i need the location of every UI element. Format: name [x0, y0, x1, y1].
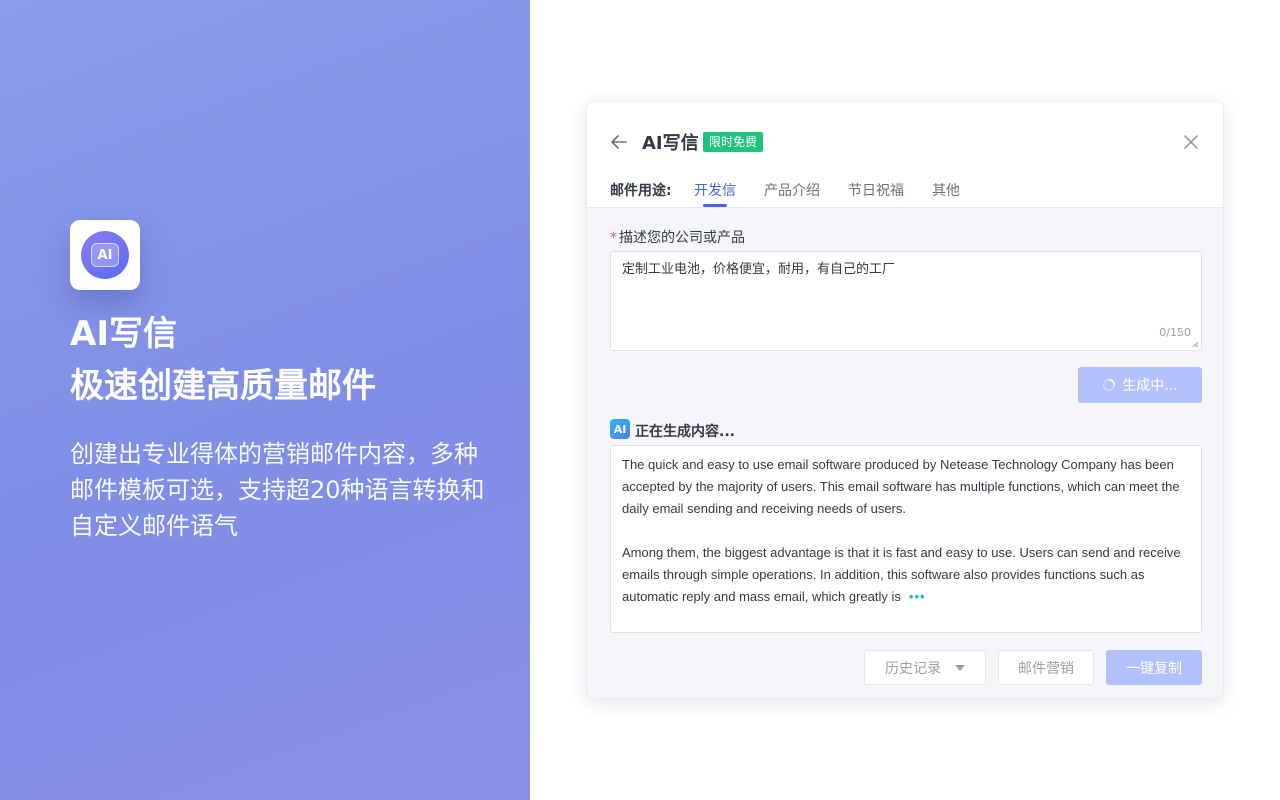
generate-button[interactable]: 生成中...: [1078, 367, 1202, 403]
generated-paragraph-text: Among them, the biggest advantage is tha…: [622, 545, 1181, 604]
back-arrow-icon[interactable]: [609, 132, 629, 152]
generated-paragraph-2: Among them, the biggest advantage is tha…: [622, 542, 1190, 608]
active-tab-indicator: [703, 204, 727, 207]
promo-panel: AI AI写信 极速创建高质量邮件 创建出专业得体的营销邮件内容，多种邮件模板可…: [0, 0, 530, 800]
tab-holiday-greetings[interactable]: 节日祝福: [848, 180, 904, 200]
generated-content[interactable]: The quick and easy to use email software…: [610, 445, 1202, 633]
char-count: 0/150: [1159, 326, 1191, 339]
copy-all-button[interactable]: 一键复制: [1106, 650, 1202, 685]
ai-app-icon: AI: [70, 220, 140, 290]
history-button[interactable]: 历史记录: [864, 650, 986, 685]
company-description-label: * 描述您的公司或产品: [610, 227, 745, 247]
email-marketing-button[interactable]: 邮件营销: [998, 650, 1094, 685]
promo-description: 创建出专业得体的营销邮件内容，多种邮件模板可选，支持超20种语言转换和自定义邮件…: [70, 440, 485, 540]
ai-app-icon-text: AI: [91, 243, 119, 267]
generation-status: 正在生成内容...: [635, 424, 735, 440]
spinner-icon: [1103, 379, 1116, 391]
required-mark: *: [610, 230, 617, 246]
history-button-label: 历史记录: [885, 660, 941, 677]
close-icon[interactable]: [1181, 132, 1201, 152]
company-description-label-text: 描述您的公司或产品: [619, 230, 745, 246]
dialog-title: AI写信: [642, 133, 699, 154]
free-badge: 限时免费: [703, 132, 764, 152]
tab-product-intro[interactable]: 产品介绍: [764, 180, 820, 200]
dialog-header: AI写信 限时免费 邮件用途: 开发信 产品介绍 节日祝福 其他: [587, 102, 1223, 208]
typing-indicator: •••: [908, 589, 926, 604]
promo-title: AI写信: [70, 314, 177, 354]
resize-grip-icon[interactable]: [1191, 340, 1199, 348]
caret-down-icon: [955, 664, 965, 671]
generate-button-label: 生成中...: [1122, 378, 1178, 394]
company-description-input[interactable]: 定制工业电池，价格便宜，耐用，有自己的工厂 0/150: [610, 251, 1202, 351]
tab-other[interactable]: 其他: [932, 180, 960, 200]
company-description-value: 定制工业电池，价格便宜，耐用，有自己的工厂: [622, 262, 896, 277]
ai-writer-dialog: AI写信 限时免费 邮件用途: 开发信 产品介绍 节日祝福 其他 * 描述您的公司…: [586, 101, 1224, 699]
promo-subtitle: 极速创建高质量邮件: [70, 366, 376, 406]
ai-badge-icon: AI: [610, 419, 630, 439]
usage-label: 邮件用途:: [610, 183, 672, 199]
generated-paragraph: The quick and easy to use email software…: [622, 457, 1180, 516]
tab-development-letter[interactable]: 开发信: [694, 180, 736, 200]
